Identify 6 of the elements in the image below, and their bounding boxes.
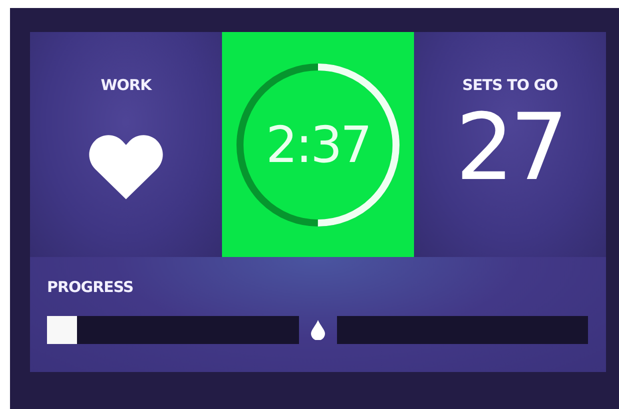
drop-icon: [310, 320, 324, 340]
work-label: WORK: [100, 76, 152, 94]
sets-count: 27: [455, 102, 565, 194]
timer-time: 2:37: [266, 116, 370, 174]
progress-label: PROGRESS: [47, 278, 134, 296]
sets-label: SETS TO GO: [462, 76, 558, 94]
